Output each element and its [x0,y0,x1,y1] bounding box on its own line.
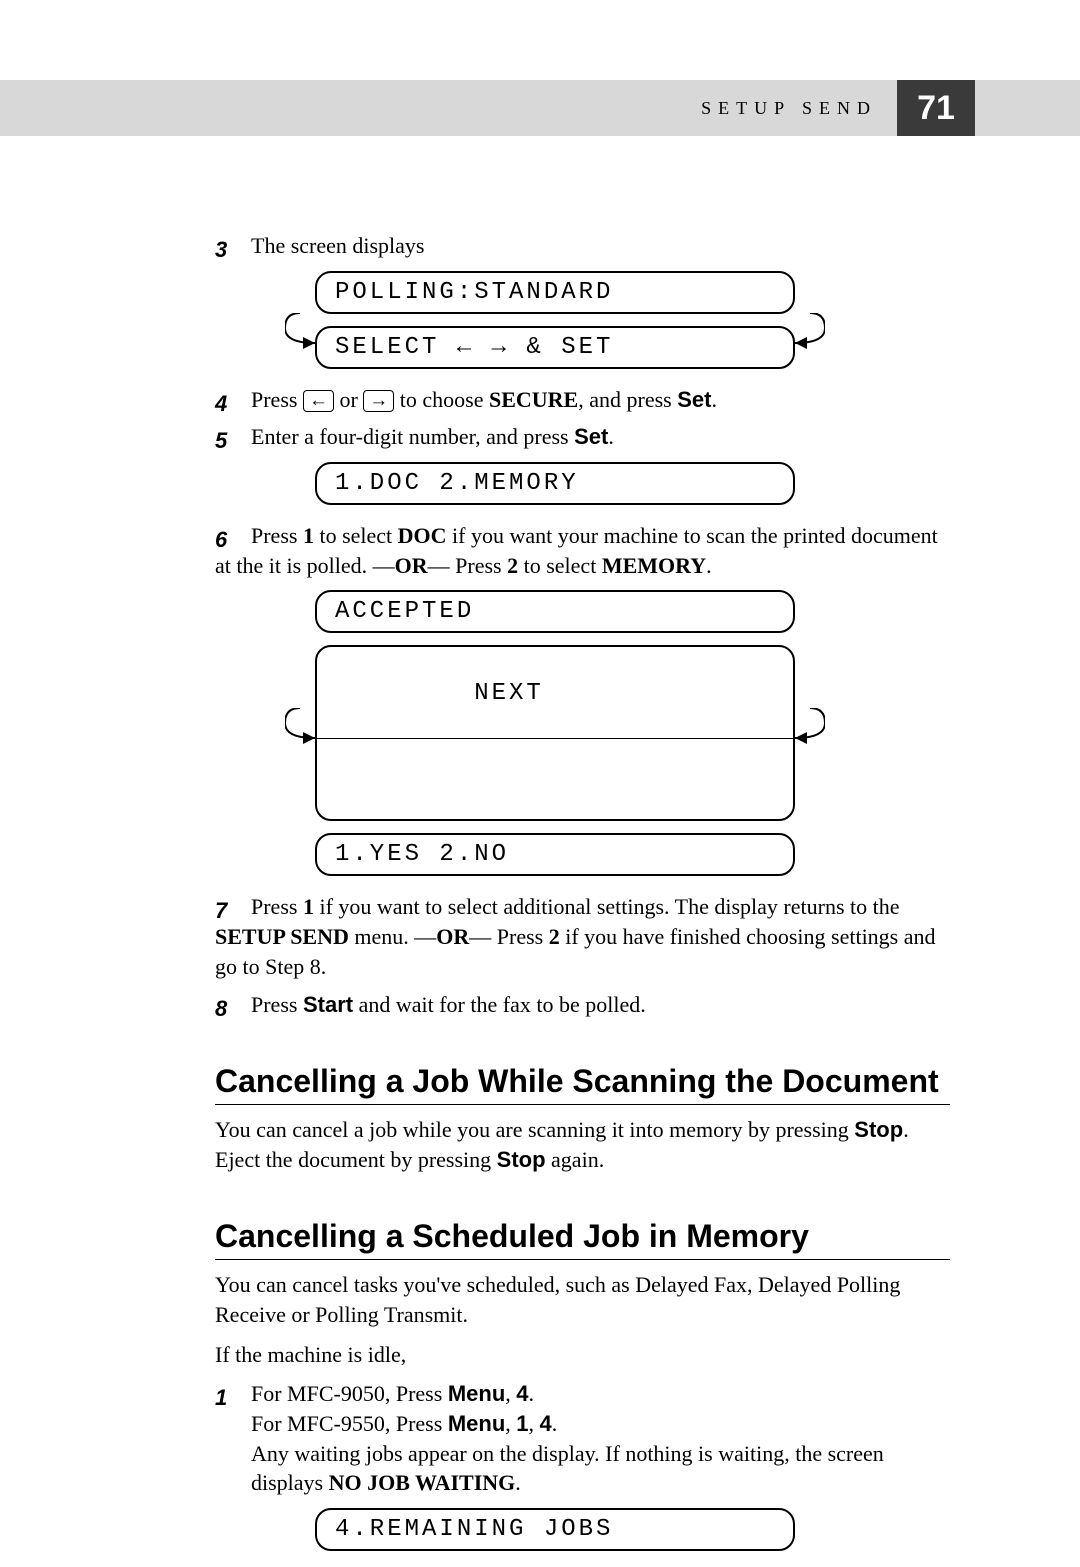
step-8: 8 Press Start and wait for the fax to be … [215,990,950,1020]
step-text: For MFC-9050, Press Menu, 4. [251,1381,534,1406]
lcd-group-accepted: ACCEPTED NEXT 1.YES 2.NO [315,590,795,876]
page-number: 71 [897,80,975,136]
step-number: 4 [215,389,243,413]
lcd-display: 4.REMAINING JOBS [315,1508,795,1551]
step-4: 4 Press ← or → to choose SECURE, and pres… [215,385,950,415]
divider [315,738,795,739]
step-number: 5 [215,426,243,450]
lcd-display: 1.YES 2.NO [315,833,795,876]
right-key-icon: → [363,390,394,412]
step-text: Any waiting jobs appear on the display. … [251,1439,950,1498]
step-number: 6 [215,525,243,549]
sched-step-1: 1 For MFC-9050, Press Menu, 4. For MFC-95… [215,1379,950,1498]
header-section-label: SETUP SEND [701,98,877,119]
paragraph: You can cancel a job while you are scann… [215,1115,950,1174]
step-text: Press 1 to select DOC if you want your m… [215,523,938,578]
step-text: For MFC-9550, Press Menu, 1, 4. [251,1409,950,1439]
left-key-icon: ← [303,390,334,412]
lcd-group-polling: POLLING:STANDARD SELECT ← → & SET [315,271,795,369]
heading-cancel-scan: Cancelling a Job While Scanning the Docu… [215,1063,950,1100]
lcd-group-docmem: 1.DOC 2.MEMORY [315,462,795,505]
lcd-text: NEXT [474,680,544,707]
lcd-display: NEXT [315,645,795,821]
divider [215,1259,950,1260]
step-text: Press 1 if you want to select additional… [215,894,936,978]
step-number: 3 [215,235,243,259]
paragraph: You can cancel tasks you've scheduled, s… [215,1270,950,1329]
lcd-display: 1.DOC 2.MEMORY [315,462,795,505]
lcd-group-remaining: 4.REMAINING JOBS [315,1508,795,1551]
step-number: 8 [215,994,243,1018]
lcd-display: ACCEPTED [315,590,795,633]
step-text: Press ← or → to choose SECURE, and press… [251,387,717,412]
step-5: 5 Enter a four-digit number, and press Se… [215,422,950,452]
step-number: 1 [215,1383,243,1407]
page-header: SETUP SEND 71 [0,80,1080,136]
paragraph: If the machine is idle, [215,1340,950,1370]
step-number: 7 [215,896,243,920]
step-text: Enter a four-digit number, and press Set… [251,424,614,449]
lcd-display: POLLING:STANDARD [315,271,795,314]
step-3: 3 The screen displays [215,231,950,261]
step-text: Press Start and wait for the fax to be p… [251,992,646,1017]
divider [215,1104,950,1105]
step-6: 6Press 1 to select DOC if you want your … [215,521,950,580]
heading-cancel-sched: Cancelling a Scheduled Job in Memory [215,1218,950,1255]
step-text: The screen displays [251,233,425,258]
step-7: 7Press 1 if you want to select additiona… [215,892,950,981]
lcd-display: SELECT ← → & SET [315,326,795,369]
